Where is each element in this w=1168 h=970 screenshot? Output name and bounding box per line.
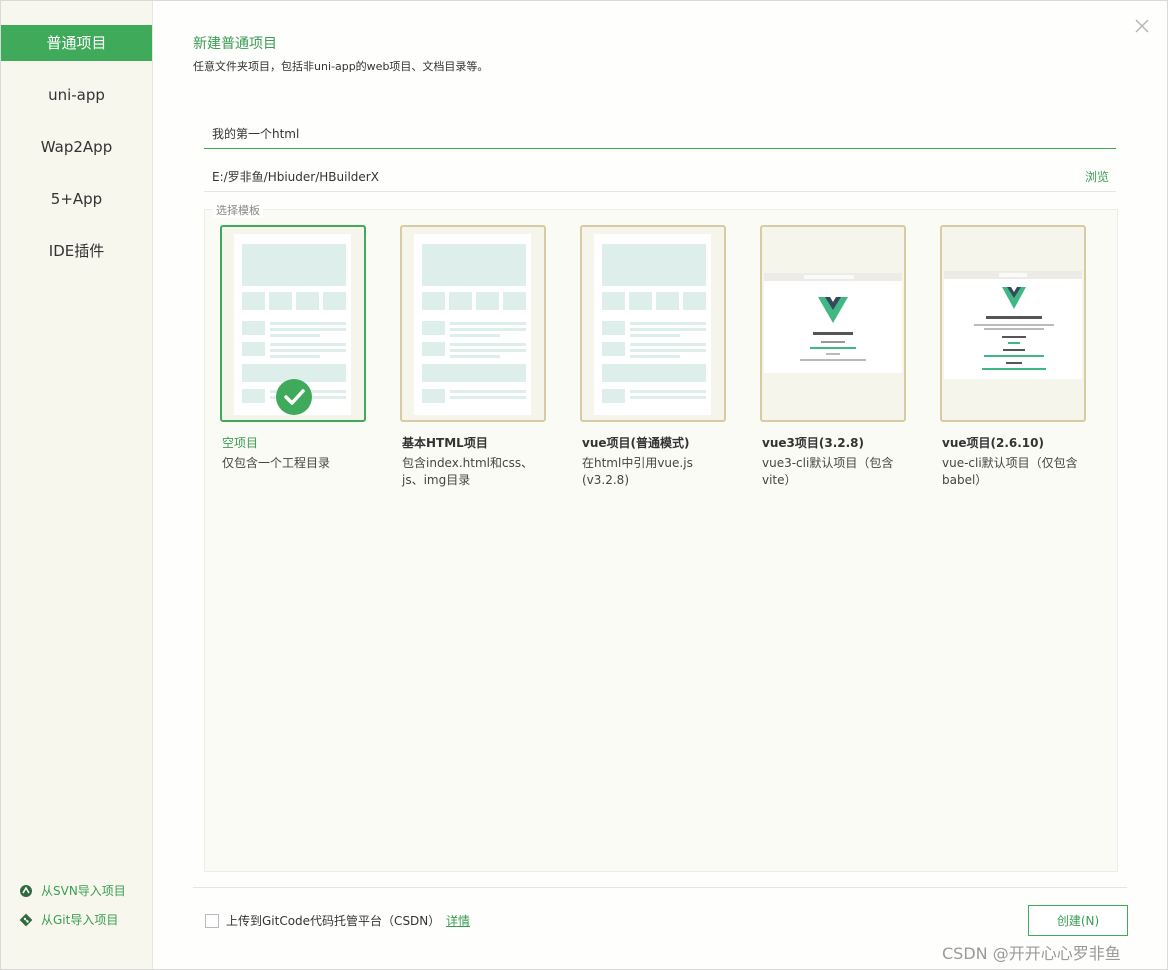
project-path-input[interactable] [204, 162, 1116, 192]
template-name: vue3项目(3.2.8) [762, 436, 864, 450]
template-name: vue项目(普通模式) [582, 436, 690, 450]
sidebar-item-5plus-app[interactable]: 5+App [1, 181, 152, 217]
template-desc: 包含index.html和css、js、img目录 [402, 456, 534, 487]
selected-check-icon [276, 379, 312, 415]
upload-checkbox[interactable] [205, 914, 219, 928]
sidebar-item-ide-plugin[interactable]: IDE插件 [1, 233, 152, 269]
browse-button[interactable]: 浏览 [1085, 168, 1109, 185]
svn-icon [19, 884, 33, 898]
git-icon [19, 913, 33, 927]
template-desc: vue-cli默认项目（仅包含babel） [942, 456, 1078, 487]
template-name: 基本HTML项目 [402, 436, 488, 450]
close-icon[interactable] [1133, 17, 1151, 35]
import-from-git-label: 从Git导入项目 [41, 913, 119, 927]
upload-label: 上传到GitCode代码托管平台（CSDN） [226, 914, 441, 928]
template-preview-page [594, 234, 711, 415]
project-type-sidebar: 普通项目 uni-app Wap2App 5+App IDE插件 从SVN导入项… [1, 1, 153, 969]
create-button[interactable]: 创建(N) [1028, 905, 1128, 936]
template-card-empty[interactable]: 空项目 仅包含一个工程目录 [220, 225, 366, 470]
template-desc: 仅包含一个工程目录 [222, 456, 331, 470]
template-name: 空项目 [222, 436, 259, 450]
sidebar-item-normal-project[interactable]: 普通项目 [1, 25, 152, 61]
template-desc: vue3-cli默认项目（包含vite） [762, 456, 894, 487]
template-card-vue3[interactable]: vue3项目(3.2.8) vue3-cli默认项目（包含vite） [760, 225, 906, 487]
footer-divider [193, 887, 1127, 888]
import-from-svn-link[interactable]: 从SVN导入项目 [19, 882, 126, 899]
template-legend: 选择模板 [213, 202, 263, 218]
dialog-title: 新建普通项目 [193, 36, 277, 52]
template-card-vue2[interactable]: vue项目(2.6.10) vue-cli默认项目（仅包含babel） [940, 225, 1086, 487]
new-project-dialog: 普通项目 uni-app Wap2App 5+App IDE插件 从SVN导入项… [0, 0, 1168, 970]
template-desc: 在html中引用vue.js (v3.2.8) [582, 456, 693, 487]
dialog-subtitle: 任意文件夹项目，包括非uni-app的web项目、文档目录等。 [193, 60, 489, 73]
detail-link[interactable]: 详情 [446, 912, 470, 929]
template-card-basic-html[interactable]: 基本HTML项目 包含index.html和css、js、img目录 [400, 225, 546, 487]
import-from-svn-label: 从SVN导入项目 [41, 884, 126, 898]
project-name-input[interactable] [204, 119, 1116, 149]
template-card-vue-normal[interactable]: vue项目(普通模式) 在html中引用vue.js (v3.2.8) [580, 225, 726, 487]
vue3-preview-screenshot [764, 273, 902, 373]
template-preview-page [414, 234, 531, 415]
watermark: CSDN @开开心心罗非鱼 [942, 944, 1121, 963]
template-name: vue项目(2.6.10) [942, 436, 1044, 450]
import-from-git-link[interactable]: 从Git导入项目 [19, 911, 118, 928]
sidebar-item-uni-app[interactable]: uni-app [1, 77, 152, 113]
sidebar-item-wap2app[interactable]: Wap2App [1, 129, 152, 165]
vue2-preview-screenshot [944, 271, 1082, 379]
